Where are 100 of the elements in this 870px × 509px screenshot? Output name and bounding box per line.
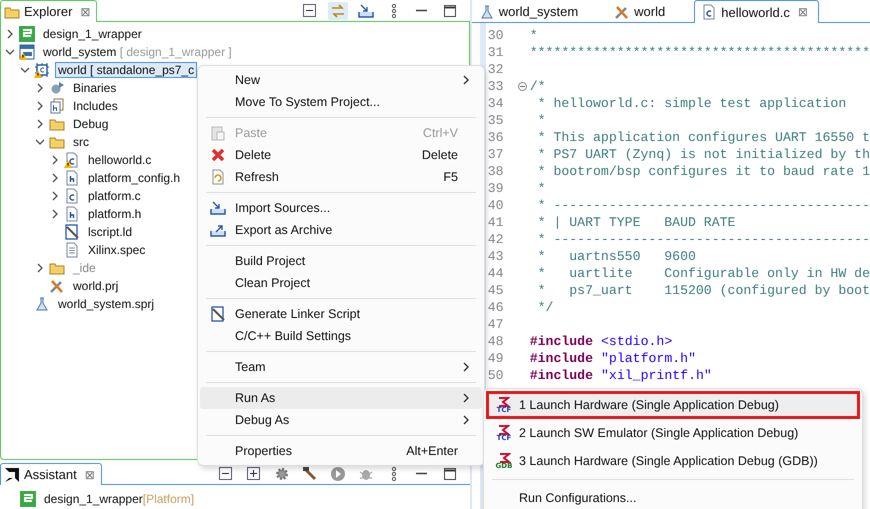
code-keyword: #include [530, 368, 594, 383]
chevron-right-icon [462, 75, 470, 85]
chevron-down-icon[interactable] [20, 65, 30, 75]
line-number: 42 [486, 232, 505, 247]
link-button[interactable] [328, 2, 348, 20]
flask-icon [478, 4, 495, 20]
chevron-right-icon[interactable] [35, 101, 45, 111]
tree-item[interactable]: lscript.ld [85, 224, 136, 240]
code-comment: /* [530, 79, 546, 94]
menu-item[interactable]: Run As [200, 387, 482, 409]
line-number: 35 [486, 113, 505, 128]
menu-item[interactable]: Debug As [200, 409, 482, 431]
tab-label: Explorer [24, 4, 72, 19]
tree-item[interactable]: world_system.sprj [55, 296, 158, 312]
tree-item[interactable]: design_1_wrapper [40, 26, 145, 42]
line-number: 44 [486, 266, 505, 281]
line-number: 40 [486, 198, 505, 213]
tree-item[interactable]: Includes [70, 98, 121, 114]
code-keyword: #include [530, 351, 594, 366]
code-keyword: #include [530, 334, 594, 349]
import-icon [210, 200, 226, 216]
menu-item[interactable]: Build Project [200, 250, 482, 272]
chevron-right-icon[interactable] [35, 263, 45, 273]
more-icon [390, 466, 397, 482]
editor-tab[interactable]: helloworld.c ⊠ [694, 0, 819, 23]
tree-item[interactable]: world_system [ design_1_wrapper ] [40, 44, 235, 60]
editor-tab[interactable]: world_system [472, 0, 590, 22]
close-button[interactable]: ⊠ [84, 468, 95, 482]
launch-icon [497, 424, 510, 434]
assistant-tab[interactable]: Assistant ⊠ [0, 463, 102, 485]
warning-icon [19, 52, 27, 60]
tree-item[interactable]: platform.c [85, 188, 144, 204]
code-comment: * PS7 UART (Zynq) is not initialized by th [536, 147, 870, 162]
menu-item[interactable]: Properties Alt+Enter [200, 440, 482, 462]
menu-item[interactable]: C/C++ Build Settings [200, 325, 482, 347]
close-button[interactable]: ⊠ [798, 5, 808, 19]
warning-icon [64, 160, 72, 168]
line-number: 36 [486, 130, 505, 145]
chevron-right-icon[interactable] [50, 155, 60, 165]
tree-item[interactable]: Xilinx.spec [85, 242, 148, 258]
tree-item[interactable]: Binaries [70, 80, 120, 96]
chevron-right-icon[interactable] [50, 209, 60, 219]
chevron-right-icon[interactable] [35, 83, 45, 93]
menu-item[interactable]: Clean Project [200, 272, 482, 294]
code-comment: * bootrom/bsp configures it to baud rate 1 [536, 164, 870, 179]
chevron-right-icon[interactable] [50, 191, 60, 201]
chevron-right-icon[interactable] [35, 119, 45, 129]
tree-item[interactable]: platform.h [85, 206, 144, 222]
code-string: "platform.h" [600, 351, 696, 366]
link-icon [330, 2, 346, 18]
menu-item[interactable]: Run Configurations... [486, 484, 860, 509]
import-icon [358, 2, 374, 18]
menu-item[interactable]: New [200, 69, 482, 91]
close-button[interactable]: ⊠ [80, 4, 90, 18]
tree-item[interactable]: _ide [70, 260, 99, 276]
menu-item[interactable]: Delete Delete [200, 144, 482, 166]
explorer-tab[interactable]: Explorer ⊠ [0, 0, 98, 22]
tree-item[interactable]: world.prj [70, 278, 122, 294]
tree-item[interactable]: platform_config.h [85, 170, 184, 186]
tree-item[interactable]: Debug [70, 116, 112, 132]
maximize-icon [444, 4, 456, 16]
line-number: 45 [486, 283, 505, 298]
code-string: "xil_printf.h" [600, 368, 712, 383]
line-number: 43 [486, 249, 505, 264]
editor-tab[interactable]: world [607, 0, 676, 22]
line-number: 32 [486, 62, 505, 77]
menu-item[interactable]: Team [200, 356, 482, 378]
code-string: <stdio.h> [600, 334, 672, 349]
code-comment: * ps7_uart 115200 (configured by boot [536, 283, 870, 298]
chevron-right-icon[interactable] [5, 29, 15, 39]
menu-item[interactable]: Generate Linker Script [200, 303, 482, 325]
tree-item[interactable]: helloworld.c [85, 152, 154, 168]
chevron-right-icon[interactable] [50, 173, 60, 183]
hammer-icon [302, 466, 318, 482]
tree-item[interactable]: design_1_wrapper[Platform] [41, 491, 198, 507]
code-comment: * ---------------------------------------- [536, 198, 870, 213]
chevron-down-icon[interactable] [5, 47, 15, 57]
fold-icon[interactable] [518, 82, 527, 91]
line-number: 31 [486, 45, 505, 60]
tree-item[interactable]: world [ standalone_ps7_c [55, 62, 198, 78]
code-comment: * [536, 181, 546, 196]
line-number: 39 [486, 181, 505, 196]
menu-item[interactable]: Refresh F5 [200, 166, 482, 188]
paste-icon [210, 125, 226, 141]
minimize-icon [416, 472, 428, 475]
collapse-icon [302, 3, 318, 18]
tree-item[interactable]: src [70, 134, 92, 150]
code-comment: * | UART TYPE BAUD RATE [536, 215, 736, 230]
launch-icon [497, 396, 510, 406]
maximize-icon [444, 468, 456, 480]
import-button[interactable] [356, 2, 376, 20]
code-comment: * ---------------------------------------- [536, 232, 870, 247]
linker-icon [210, 306, 226, 322]
more-icon [390, 2, 397, 18]
menu-item[interactable]: Export as Archive [200, 219, 482, 241]
menu-item[interactable]: Move To System Project... [200, 91, 482, 113]
chevron-down-icon[interactable] [35, 137, 45, 147]
code-comment: * This application configures UART 16550 t [536, 130, 870, 145]
menu-item[interactable]: Import Sources... [200, 197, 482, 219]
line-number: 33 [486, 79, 505, 94]
